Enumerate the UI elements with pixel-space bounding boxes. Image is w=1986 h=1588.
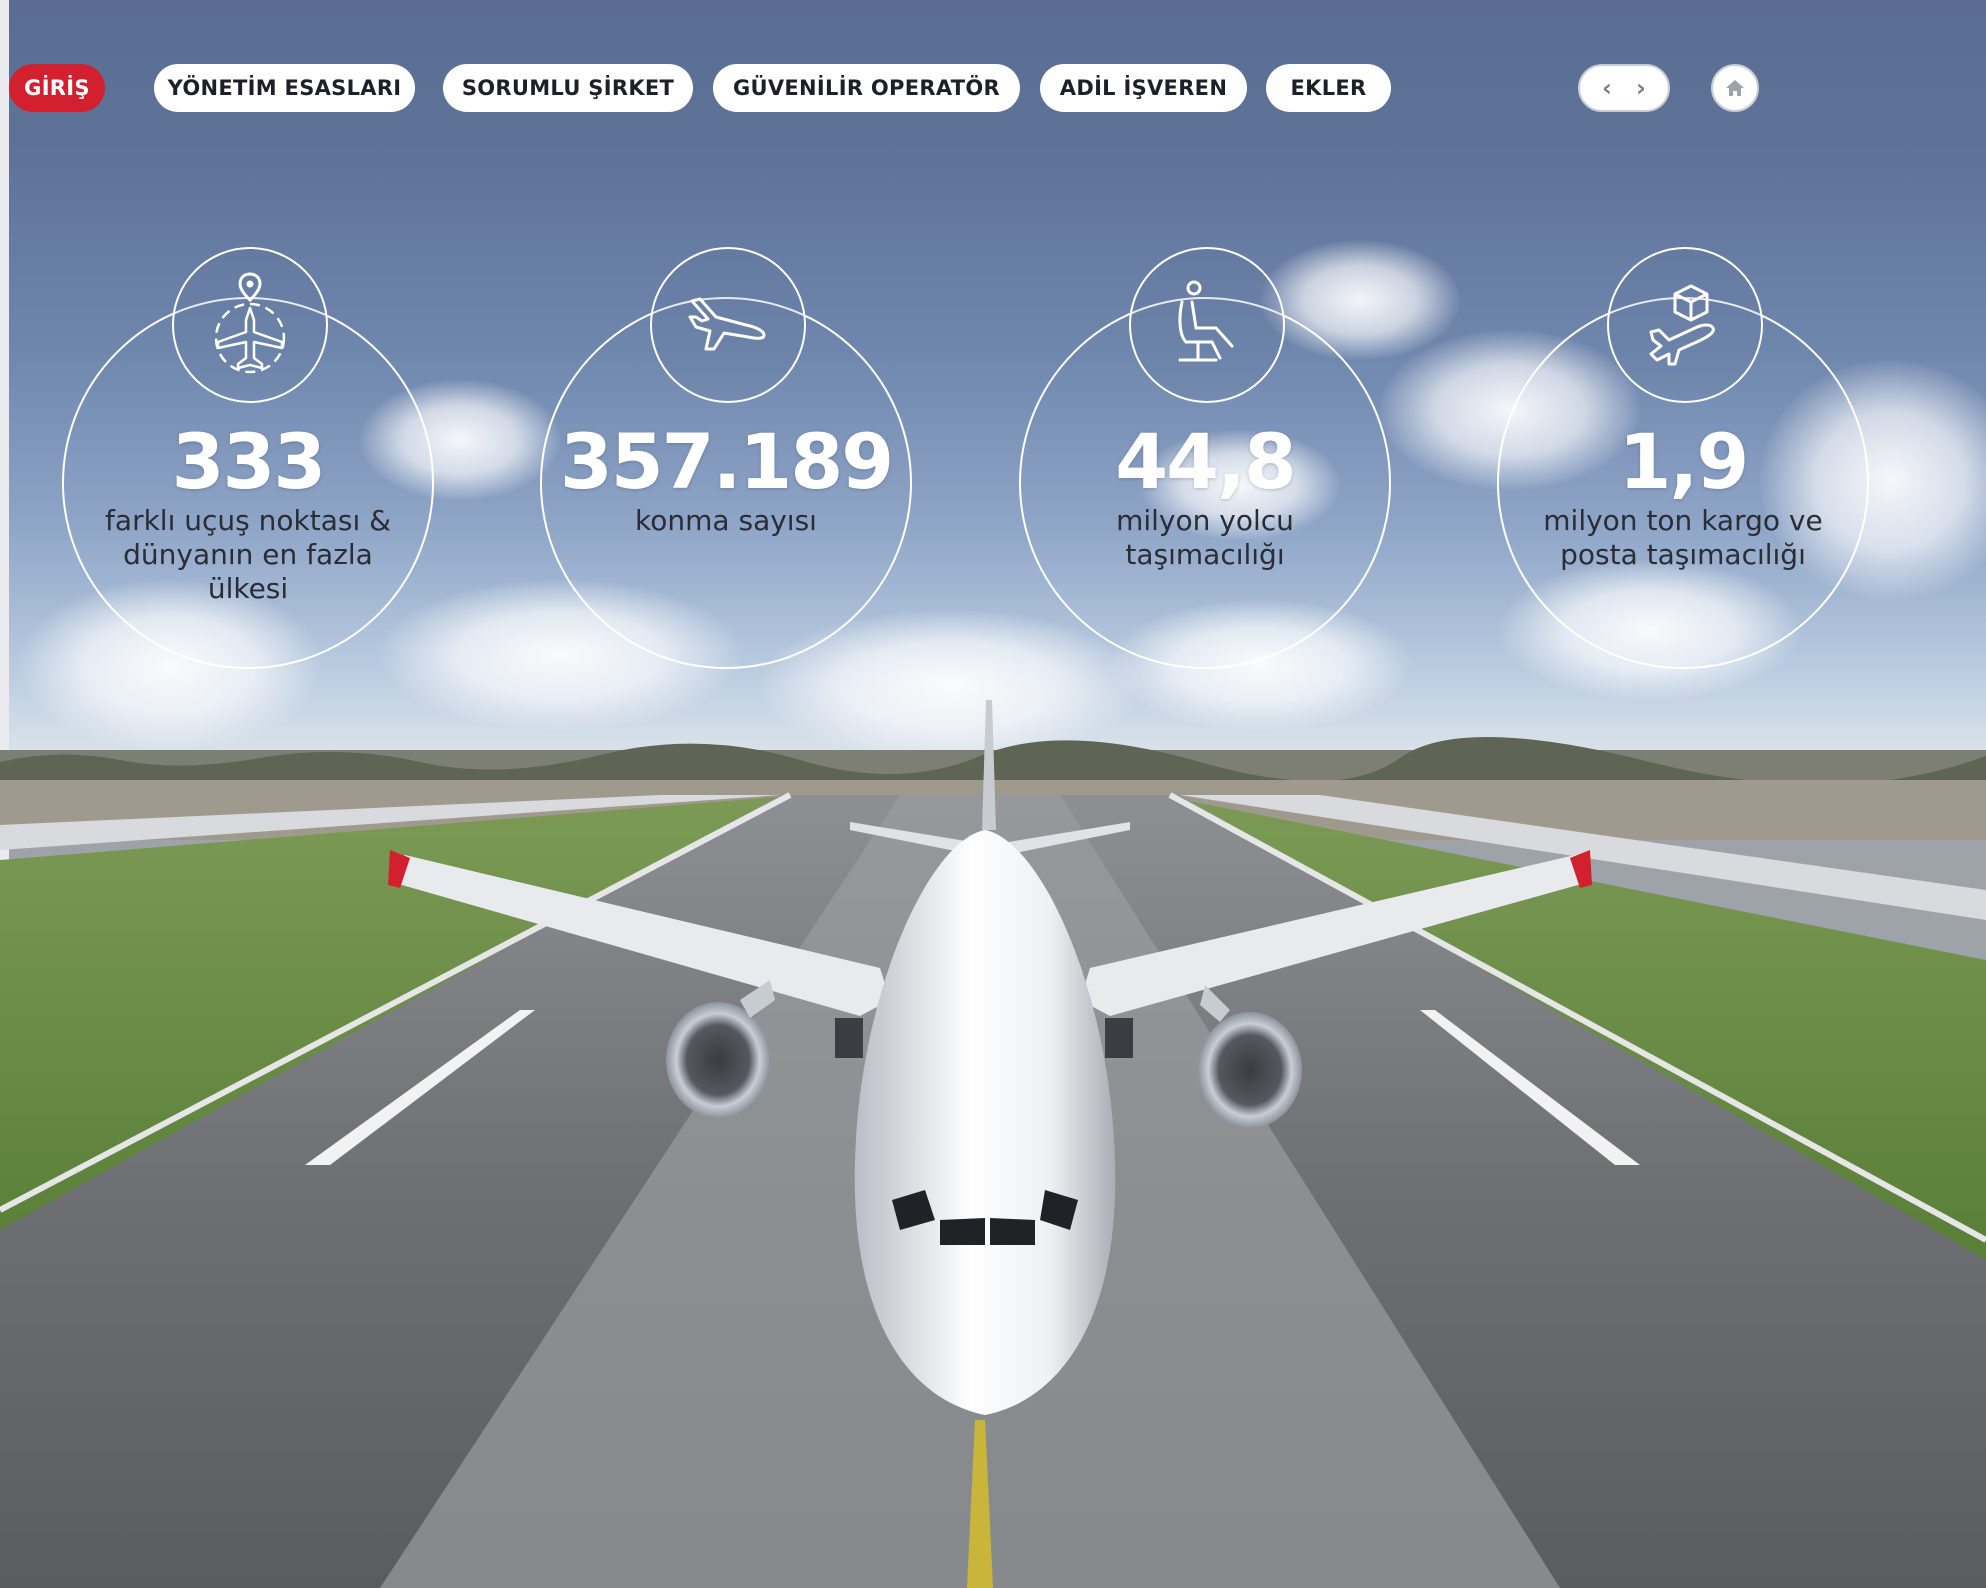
hero-background: GİRİŞ YÖNETİM ESASLARI SORUMLU ŞİRKET GÜ…	[0, 0, 1986, 1588]
home-button[interactable]	[1711, 64, 1759, 112]
plane-globe-pin-icon	[172, 247, 328, 403]
nav-tab-yonetim-esaslari[interactable]: YÖNETİM ESASLARI	[154, 64, 415, 112]
page-arrows: ‹ ›	[1578, 64, 1670, 112]
home-icon	[1726, 80, 1744, 96]
cargo-plane-icon	[1607, 247, 1763, 403]
stat-value: 333	[171, 417, 327, 506]
nav-tab-giris[interactable]: GİRİŞ	[9, 64, 105, 112]
stat-value: 357.189	[559, 417, 894, 506]
stat-label: milyon ton kargo ve posta taşımacılığı	[1543, 504, 1823, 571]
nav-tab-guvenilir-operator[interactable]: GÜVENİLİR OPERATÖR	[713, 64, 1020, 112]
stat-label: konma sayısı	[635, 504, 817, 537]
stat-destinations: 333 farklı uçuş noktası & dünyanın en fa…	[62, 247, 434, 669]
stat-cargo: 1,9 milyon ton kargo ve posta taşımacılı…	[1497, 247, 1869, 669]
stat-label: farklı uçuş noktası & dünyanın en fazla …	[105, 504, 391, 605]
nav-tab-ekler[interactable]: EKLER	[1266, 64, 1391, 112]
chevron-left-icon[interactable]: ‹	[1602, 76, 1612, 100]
chevron-right-icon[interactable]: ›	[1636, 76, 1646, 100]
plane-landing-icon	[650, 247, 806, 403]
runway-scene	[0, 700, 1986, 1588]
nav-tab-adil-isveren[interactable]: ADİL İŞVEREN	[1040, 64, 1247, 112]
stat-value: 1,9	[1618, 417, 1750, 506]
stat-label: milyon yolcu taşımacılığı	[1116, 504, 1294, 571]
stat-landings: 357.189 konma sayısı	[540, 247, 912, 669]
passenger-seat-icon	[1129, 247, 1285, 403]
stat-value: 44,8	[1115, 417, 1297, 506]
stat-passengers: 44,8 milyon yolcu taşımacılığı	[1019, 247, 1391, 669]
nav-tab-sorumlu-sirket[interactable]: SORUMLU ŞİRKET	[443, 64, 693, 112]
